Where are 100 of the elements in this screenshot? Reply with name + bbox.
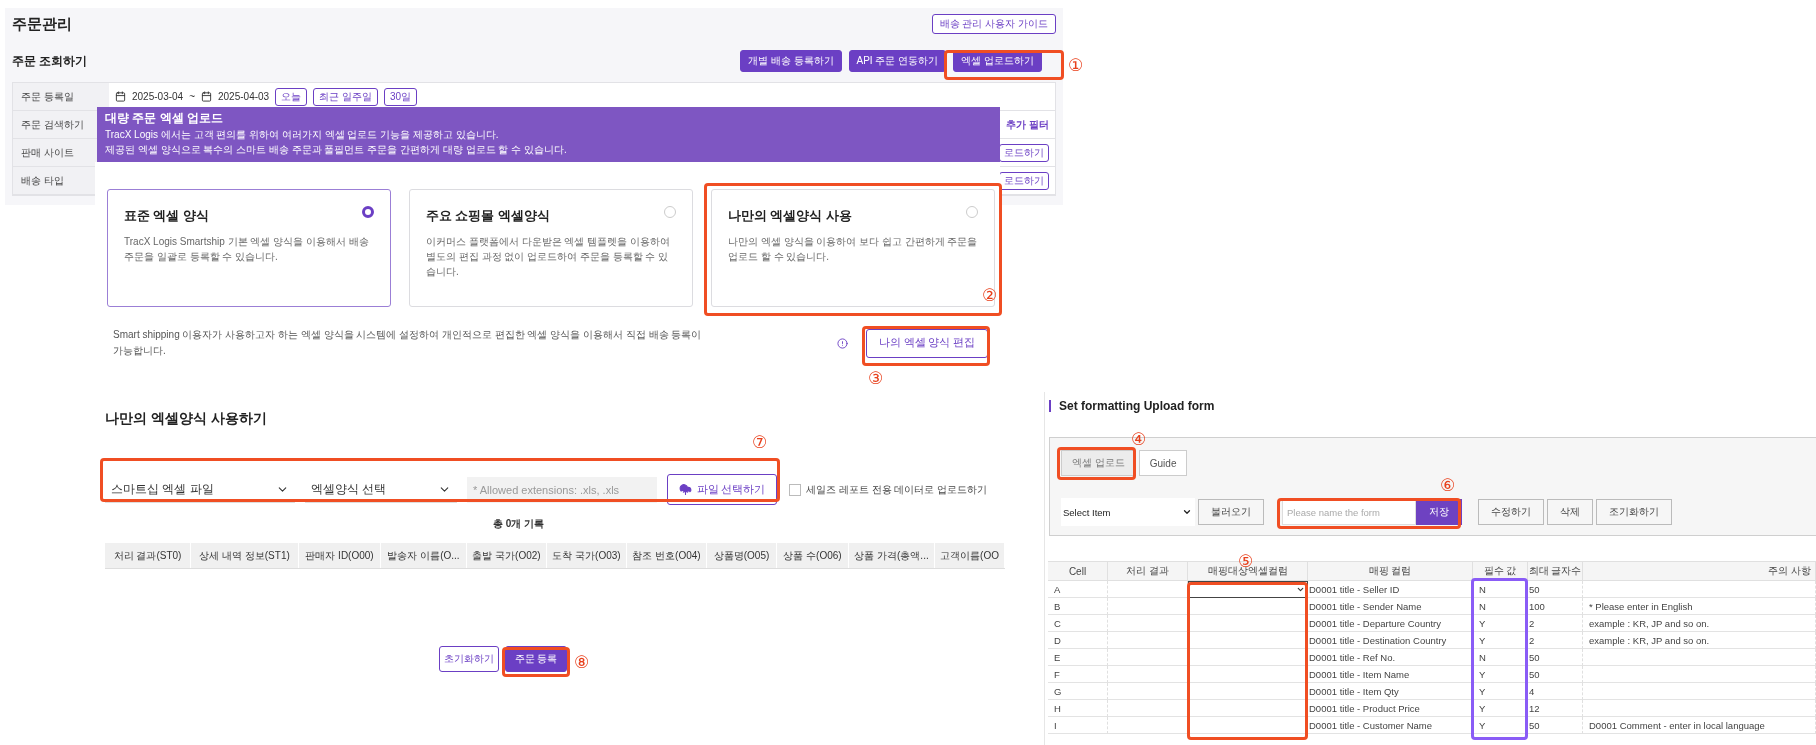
format-card[interactable]: 주요 쇼핑몰 엑셀양식 이커머스 플랫폼에서 다운받은 엑셀 템플렛을 이용하여 별도의 편집 과정 없이 업로드하여 주문을 등록할 수 있습니다.	[409, 189, 693, 307]
date-to[interactable]: 2025-04-03	[218, 91, 270, 102]
step-number: ④	[1131, 431, 1147, 448]
column-header: 상품 수(O06)	[777, 543, 849, 568]
column-header: 고객이름(OO	[935, 543, 1005, 568]
form-button[interactable]: 수정하기	[1478, 499, 1544, 525]
choose-file-button[interactable]: 파일 선택하기	[667, 474, 777, 505]
table-cell: H	[1048, 700, 1108, 717]
edit-format-button[interactable]: 나의 엑셀 양식 편집	[866, 328, 988, 358]
tab[interactable]: 엑셀 업로드	[1061, 450, 1136, 476]
table-cell: C	[1048, 615, 1108, 632]
step-number: ⑦	[752, 434, 768, 451]
column-header: 상품 가격(총액...	[849, 543, 935, 568]
load-button[interactable]: 불러오기	[1198, 499, 1264, 525]
reset-button[interactable]: 초기화하기	[439, 646, 499, 672]
table-cell: example : KR, JP and so on.	[1583, 632, 1816, 649]
table-cell: I	[1048, 717, 1108, 734]
page-title: 주문관리	[12, 14, 72, 34]
table-cell: G	[1048, 683, 1108, 700]
column-header: Cell	[1048, 561, 1108, 581]
table-cell: 50	[1528, 717, 1583, 734]
column-header: 최대 글자수	[1528, 561, 1583, 581]
format-card[interactable]: 표준 엑셀 양식 TracX Logis Smartship 기본 엑셀 양식을 이용해서 배송 주문을 일괄로 등록할 수 있습니다.	[107, 189, 391, 307]
step-number: ⑥	[1440, 477, 1456, 494]
table-cell: 4	[1528, 683, 1583, 700]
table-cell: Y	[1473, 683, 1528, 700]
date-from[interactable]: 2025-03-04	[132, 91, 184, 102]
card-title: 표준 엑셀 양식	[124, 208, 210, 225]
table-cell: D0001 title - Sender Name	[1308, 598, 1473, 615]
date-range-button[interactable]: 오늘	[275, 87, 308, 106]
step-number: ②	[982, 287, 998, 304]
note-text: Smart shipping 이용자가 사용하고자 하는 엑셀 양식을 시스템에 설정하여 개인적으로 편집한 엑셀 양식을 이용해서 직접 배송 등록이 가능합니다.	[113, 328, 703, 358]
date-range-button[interactable]: 최근 일주일	[313, 87, 378, 106]
table-cell: N	[1473, 581, 1528, 598]
record-count: 총 0개 기록	[492, 517, 545, 531]
table-cell: E	[1048, 649, 1108, 666]
form-name-field[interactable]: Please name the form	[1282, 499, 1416, 525]
column-header: 매핑 컬럼	[1308, 561, 1473, 581]
table-cell: Y	[1473, 666, 1528, 683]
table-cell: N	[1473, 649, 1528, 666]
table-cell: 2	[1528, 632, 1583, 649]
column-header: 발송자 이름(O...	[381, 543, 467, 568]
card-description: 이커머스 플랫폼에서 다운받은 엑셀 템플렛을 이용하여 별도의 편집 과정 없이 업로드하여 주문을 등록할 수 있습니다.	[426, 235, 671, 279]
filter-label: 주문 등록일	[13, 83, 109, 111]
form-title: Set formatting Upload form	[1049, 400, 1816, 412]
column-header: 판매자 ID(O00)	[299, 543, 381, 568]
download-button[interactable]: 로드하기	[999, 143, 1049, 162]
download-button[interactable]: 로드하기	[999, 171, 1049, 190]
table-cell: D0001 Comment - enter in local language	[1583, 717, 1816, 734]
file-type-select[interactable]: 스마트십 엑셀 파일	[105, 476, 295, 503]
table-cell: D	[1048, 632, 1108, 649]
table-cell: B	[1048, 598, 1108, 615]
format-select[interactable]: 엑셀양식 선택	[305, 476, 457, 503]
action-button[interactable]: API 주문 연동하기	[848, 50, 947, 72]
card-description: TracX Logis Smartship 기본 엑셀 양식을 이용해서 배송 주문을 일괄로 등록할 수 있습니다.	[124, 235, 370, 264]
action-button[interactable]: 개별 배송 등록하기	[739, 50, 842, 72]
calendar-icon[interactable]	[115, 91, 126, 102]
form-button[interactable]: 삭제	[1547, 499, 1593, 525]
table-cell: D0001 title - Item Name	[1308, 666, 1473, 683]
column-header: 상품명(O05)	[707, 543, 777, 568]
table-cell: D0001 title - Departure Country	[1308, 615, 1473, 632]
user-guide-button[interactable]: 배송 관리 사용자 가이드	[931, 14, 1056, 34]
table-cell: 2	[1528, 615, 1583, 632]
radio-button[interactable]	[362, 206, 374, 218]
column-header: 도착 국가(O03)	[547, 543, 627, 568]
register-order-button[interactable]: 주문 등록	[505, 646, 567, 672]
table-cell: example : KR, JP and so on.	[1583, 615, 1816, 632]
table-cell: 50	[1528, 581, 1583, 598]
section-title: 나만의 엑셀양식 사용하기	[105, 410, 268, 428]
table-cell: D0001 title - Seller ID	[1308, 581, 1473, 598]
date-range-button[interactable]: 30일	[383, 87, 418, 106]
calendar-icon[interactable]	[201, 91, 212, 102]
table-cell: 50	[1528, 649, 1583, 666]
card-title: 주요 쇼핑몰 엑셀양식	[426, 208, 551, 225]
checkbox[interactable]	[789, 483, 801, 496]
checkbox-label: 세일즈 레포트 전용 데이터로 업로드하기	[806, 482, 988, 497]
file-field[interactable]: * Allowed extensions: .xls, .xls	[467, 476, 657, 503]
step-number: ③	[868, 370, 884, 387]
column-header: 출발 국가(O02)	[467, 543, 547, 568]
info-icon	[837, 337, 848, 349]
cloud-upload-icon	[678, 483, 692, 496]
chevron-down-icon	[1182, 507, 1192, 517]
card-title: 나만의 엑셀양식 사용	[728, 208, 853, 225]
table-cell: D0001 title - Ref No.	[1308, 649, 1473, 666]
table-cell: 50	[1528, 666, 1583, 683]
form-button[interactable]: 조기화하기	[1596, 499, 1672, 525]
extra-filter-link[interactable]: 추가 필터	[1006, 117, 1049, 132]
column-header: 처리 결과	[1108, 561, 1188, 581]
chevron-down-icon	[1296, 585, 1305, 594]
column-header: 필수 값	[1473, 561, 1528, 581]
table-cell: Y	[1473, 717, 1528, 734]
step-number: ①	[1068, 57, 1084, 74]
column-header: 참조 번호(O04)	[627, 543, 707, 568]
table-cell: 12	[1528, 700, 1583, 717]
date-separator: ~	[189, 91, 195, 102]
step-number: ⑧	[574, 654, 590, 671]
table-cell: A	[1048, 581, 1108, 598]
table-cell: Y	[1473, 700, 1528, 717]
item-select[interactable]: Select Item	[1061, 498, 1195, 526]
tab[interactable]: Guide	[1138, 450, 1188, 476]
